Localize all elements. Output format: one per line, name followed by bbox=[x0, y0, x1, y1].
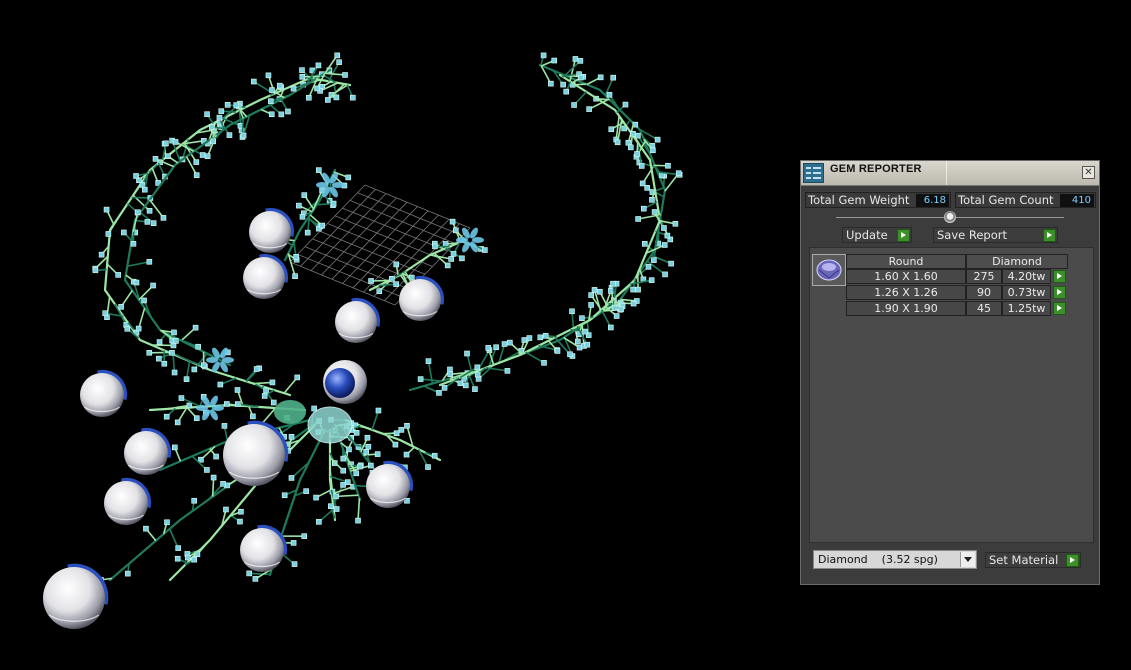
play-arrow-icon bbox=[1043, 229, 1056, 242]
row-weight: 4.20tw bbox=[1002, 269, 1051, 284]
row-size: 1.26 X 1.26 bbox=[846, 285, 966, 300]
play-arrow-icon bbox=[1066, 554, 1079, 567]
row-count: 275 bbox=[966, 269, 1002, 284]
play-arrow-icon[interactable] bbox=[1053, 286, 1066, 299]
set-material-label: Set Material bbox=[989, 553, 1059, 567]
row-weight: 0.73tw bbox=[1002, 285, 1051, 300]
play-arrow-icon bbox=[897, 229, 910, 242]
material-selected-value: Diamond (3.52 spg) bbox=[818, 553, 938, 566]
gem-report-table: Round Diamond 1.60 X 1.60 275 4.20tw 1.2… bbox=[809, 247, 1094, 543]
gem-reporter-panel: GEM REPORTER ✕ Total Gem Weight 6.18 Tot… bbox=[800, 160, 1100, 585]
panel-splitter-handle[interactable] bbox=[944, 211, 956, 223]
close-icon: ✕ bbox=[1084, 167, 1093, 178]
material-select[interactable]: Diamond (3.52 spg) bbox=[813, 550, 977, 569]
gem-reporter-icon bbox=[803, 163, 824, 183]
row-size: 1.90 X 1.90 bbox=[846, 301, 966, 316]
update-label: Update bbox=[846, 228, 888, 242]
total-gem-count-label: Total Gem Count bbox=[958, 193, 1054, 207]
chevron-down-icon[interactable] bbox=[960, 552, 975, 567]
total-gem-count: Total Gem Count 410 bbox=[955, 192, 1096, 208]
play-arrow-icon[interactable] bbox=[1053, 302, 1066, 315]
play-arrow-icon[interactable] bbox=[1053, 270, 1066, 283]
total-gem-weight-value: 6.18 bbox=[916, 194, 949, 207]
row-weight: 1.25tw bbox=[1002, 301, 1051, 316]
save-report-label: Save Report bbox=[937, 228, 1008, 242]
row-count: 90 bbox=[966, 285, 1002, 300]
update-button[interactable]: Update bbox=[842, 227, 912, 243]
panel-title: GEM REPORTER bbox=[830, 163, 922, 175]
title-divider bbox=[946, 161, 947, 185]
save-report-button[interactable]: Save Report bbox=[933, 227, 1058, 243]
row-size: 1.60 X 1.60 bbox=[846, 269, 966, 284]
row-count: 45 bbox=[966, 301, 1002, 316]
column-header-material: Diamond bbox=[966, 254, 1068, 269]
round-gem-icon[interactable] bbox=[812, 254, 846, 286]
total-gem-weight-label: Total Gem Weight bbox=[808, 193, 910, 207]
panel-titlebar[interactable]: GEM REPORTER ✕ bbox=[801, 161, 1099, 186]
set-material-button[interactable]: Set Material bbox=[985, 552, 1081, 568]
total-gem-weight: Total Gem Weight 6.18 bbox=[805, 192, 951, 208]
total-gem-count-value: 410 bbox=[1060, 194, 1094, 207]
column-header-shape: Round bbox=[846, 254, 966, 269]
close-button[interactable]: ✕ bbox=[1082, 166, 1095, 179]
